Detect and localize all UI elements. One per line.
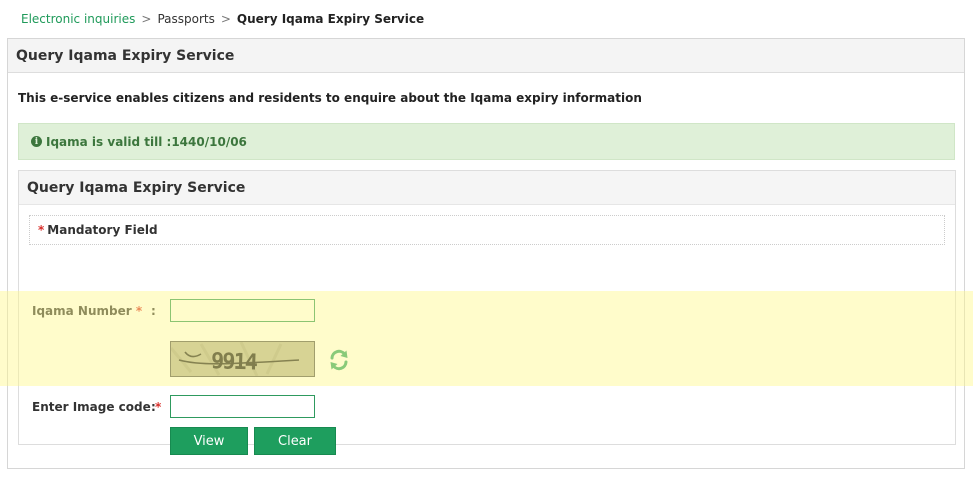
iqama-number-label-text: Iqama Number <box>32 304 132 318</box>
clear-button[interactable]: Clear <box>254 427 336 455</box>
label-colon: : <box>151 304 156 318</box>
mandatory-note-text: Mandatory Field <box>47 223 158 237</box>
label-colon: : <box>151 400 156 414</box>
image-code-label-text: Enter Image code <box>32 400 151 414</box>
expiry-alert: i Iqama is valid till :1440/10/06 <box>18 123 955 160</box>
form-title: Query Iqama Expiry Service <box>19 171 955 205</box>
breadcrumb: Electronic inquiries > Passports > Query… <box>21 10 424 28</box>
refresh-icon <box>330 349 348 371</box>
required-marker: * <box>135 304 143 318</box>
mandatory-note: * Mandatory Field <box>29 215 945 245</box>
panel-title: Query Iqama Expiry Service <box>8 39 964 73</box>
captcha-graphic: 9914 <box>171 342 314 376</box>
service-description: This e-service enables citizens and resi… <box>18 91 642 105</box>
required-marker: * <box>38 223 45 237</box>
service-panel: Query Iqama Expiry Service This e-servic… <box>7 38 965 469</box>
iqama-number-label: Iqama Number * <box>32 304 142 318</box>
breadcrumb-separator: > <box>141 12 152 26</box>
breadcrumb-electronic-inquiries[interactable]: Electronic inquiries <box>21 12 135 26</box>
captcha-text: 9914 <box>211 349 259 376</box>
breadcrumb-separator: > <box>220 12 231 26</box>
required-marker: * <box>154 400 162 414</box>
breadcrumb-current: Query Iqama Expiry Service <box>236 12 425 26</box>
view-button[interactable]: View <box>170 427 248 455</box>
captcha-image: 9914 <box>170 341 315 377</box>
query-form-panel: Query Iqama Expiry Service * Mandatory F… <box>18 170 956 455</box>
breadcrumb-passports[interactable]: Passports <box>157 12 214 26</box>
info-circle-icon: i <box>31 136 42 147</box>
image-code-label: Enter Image code * <box>32 400 161 414</box>
alert-text: Iqama is valid till :1440/10/06 <box>46 134 247 149</box>
iqama-number-input[interactable] <box>170 299 315 322</box>
refresh-captcha-button[interactable] <box>328 349 350 371</box>
image-code-input[interactable] <box>170 395 315 418</box>
